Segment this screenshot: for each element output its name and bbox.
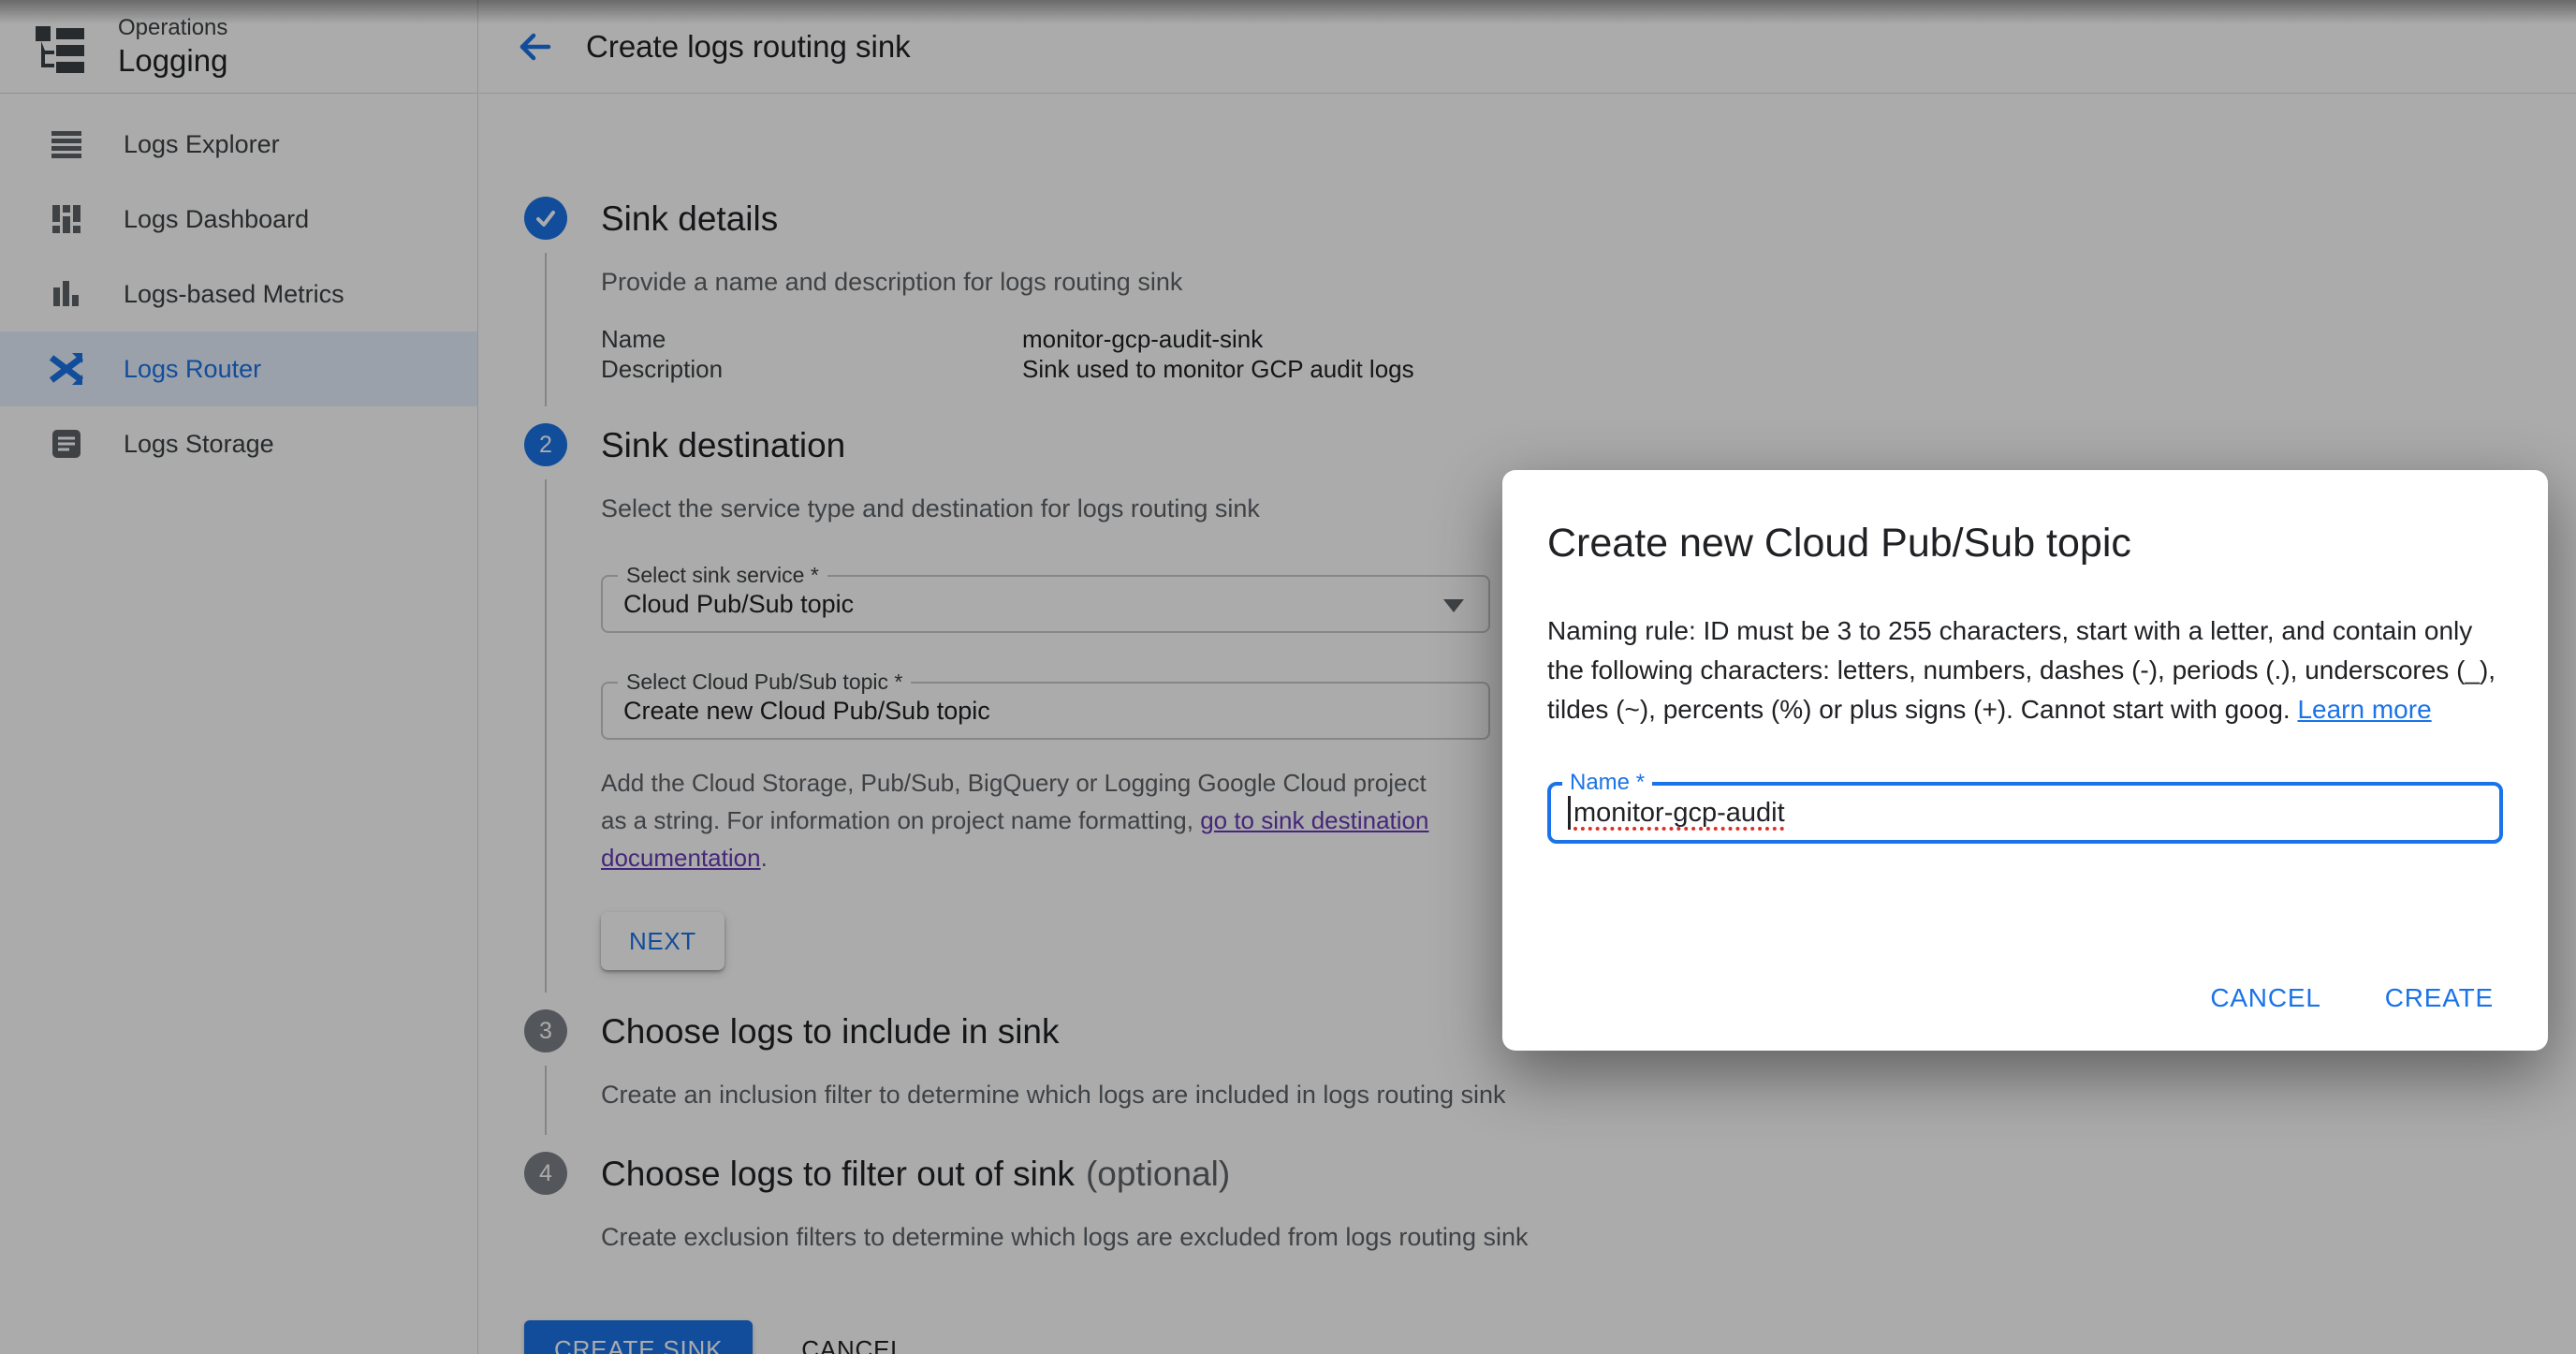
app-window: Operations Logging Logs Explorer Logs Da… — [0, 0, 2576, 1354]
text-cursor — [1568, 796, 1571, 830]
dialog-title: Create new Cloud Pub/Sub topic — [1547, 521, 2503, 567]
topic-name-value: monitor-gcp-audit — [1573, 798, 1785, 829]
create-topic-dialog: Create new Cloud Pub/Sub topic Naming ru… — [1502, 470, 2548, 1051]
dialog-naming-rule: Naming rule: ID must be 3 to 255 charact… — [1547, 611, 2503, 729]
learn-more-link[interactable]: Learn more — [2297, 695, 2431, 724]
dialog-cancel-button[interactable]: CANCEL — [2210, 983, 2320, 1013]
dialog-actions: CANCEL CREATE — [1547, 983, 2503, 1013]
dialog-create-button[interactable]: CREATE — [2385, 983, 2494, 1013]
topic-name-label: Name * — [1562, 770, 1652, 796]
topic-name-input[interactable]: Name * monitor-gcp-audit — [1547, 782, 2503, 844]
